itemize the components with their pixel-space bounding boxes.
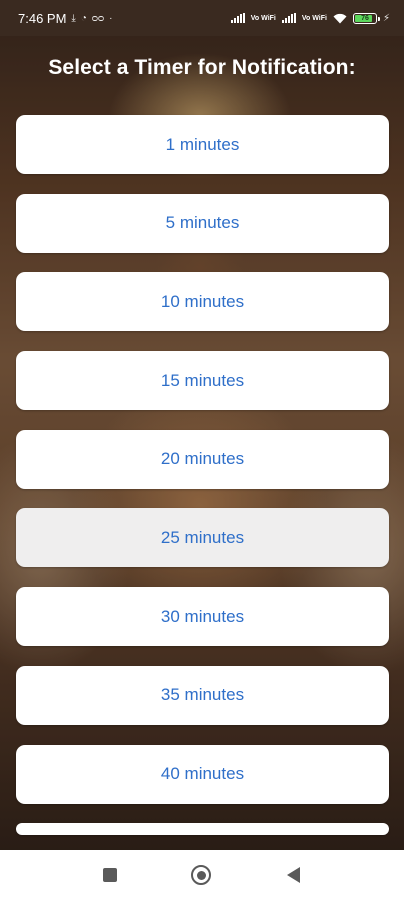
status-time: 7:46 PM xyxy=(18,10,67,26)
wifi-icon xyxy=(333,13,347,23)
timer-option-25[interactable]: 25 minutes xyxy=(16,508,389,568)
status-bar: 7:46 PM ⤓ ◔ ᴑᴑ · Vo WiFi Vo WiFi 76 ⚡ xyxy=(0,0,404,36)
signal-icon xyxy=(281,13,296,23)
recents-icon[interactable] xyxy=(100,865,120,885)
timer-list: 1 minutes 5 minutes 10 minutes 15 minute… xyxy=(16,115,389,855)
page-title: Select a Timer for Notification: xyxy=(48,56,356,79)
timer-option-30[interactable]: 30 minutes xyxy=(16,587,389,647)
vowifi-icon: Vo WiFi xyxy=(250,14,276,22)
battery-level: 76 xyxy=(361,14,369,22)
home-icon[interactable] xyxy=(191,865,211,885)
voicemail-icon: ᴑᴑ xyxy=(91,12,105,24)
timer-option-15[interactable]: 15 minutes xyxy=(16,351,389,411)
timer-option-1[interactable]: 1 minutes xyxy=(16,115,389,174)
timer-option-35[interactable]: 35 minutes xyxy=(16,665,389,725)
timer-option-20[interactable]: 20 minutes xyxy=(16,429,389,489)
timer-option-partial[interactable] xyxy=(16,823,389,836)
download-icon: ⤓ xyxy=(71,12,76,24)
vowifi-icon: Vo WiFi xyxy=(301,14,327,22)
app-screen: 7:46 PM ⤓ ◔ ᴑᴑ · Vo WiFi Vo WiFi 76 ⚡ Se… xyxy=(0,0,404,900)
whatsapp-icon: ◔ xyxy=(80,12,87,24)
charging-icon: ⚡ xyxy=(382,12,390,24)
timer-option-10[interactable]: 10 minutes xyxy=(16,272,389,332)
back-icon[interactable] xyxy=(283,865,303,885)
dot-icon: · xyxy=(109,12,113,24)
signal-icon xyxy=(230,13,245,23)
timer-option-40[interactable]: 40 minutes xyxy=(16,744,389,804)
navigation-bar xyxy=(0,850,404,900)
battery-icon: 76 xyxy=(352,12,380,24)
timer-option-5[interactable]: 5 minutes xyxy=(16,193,389,253)
